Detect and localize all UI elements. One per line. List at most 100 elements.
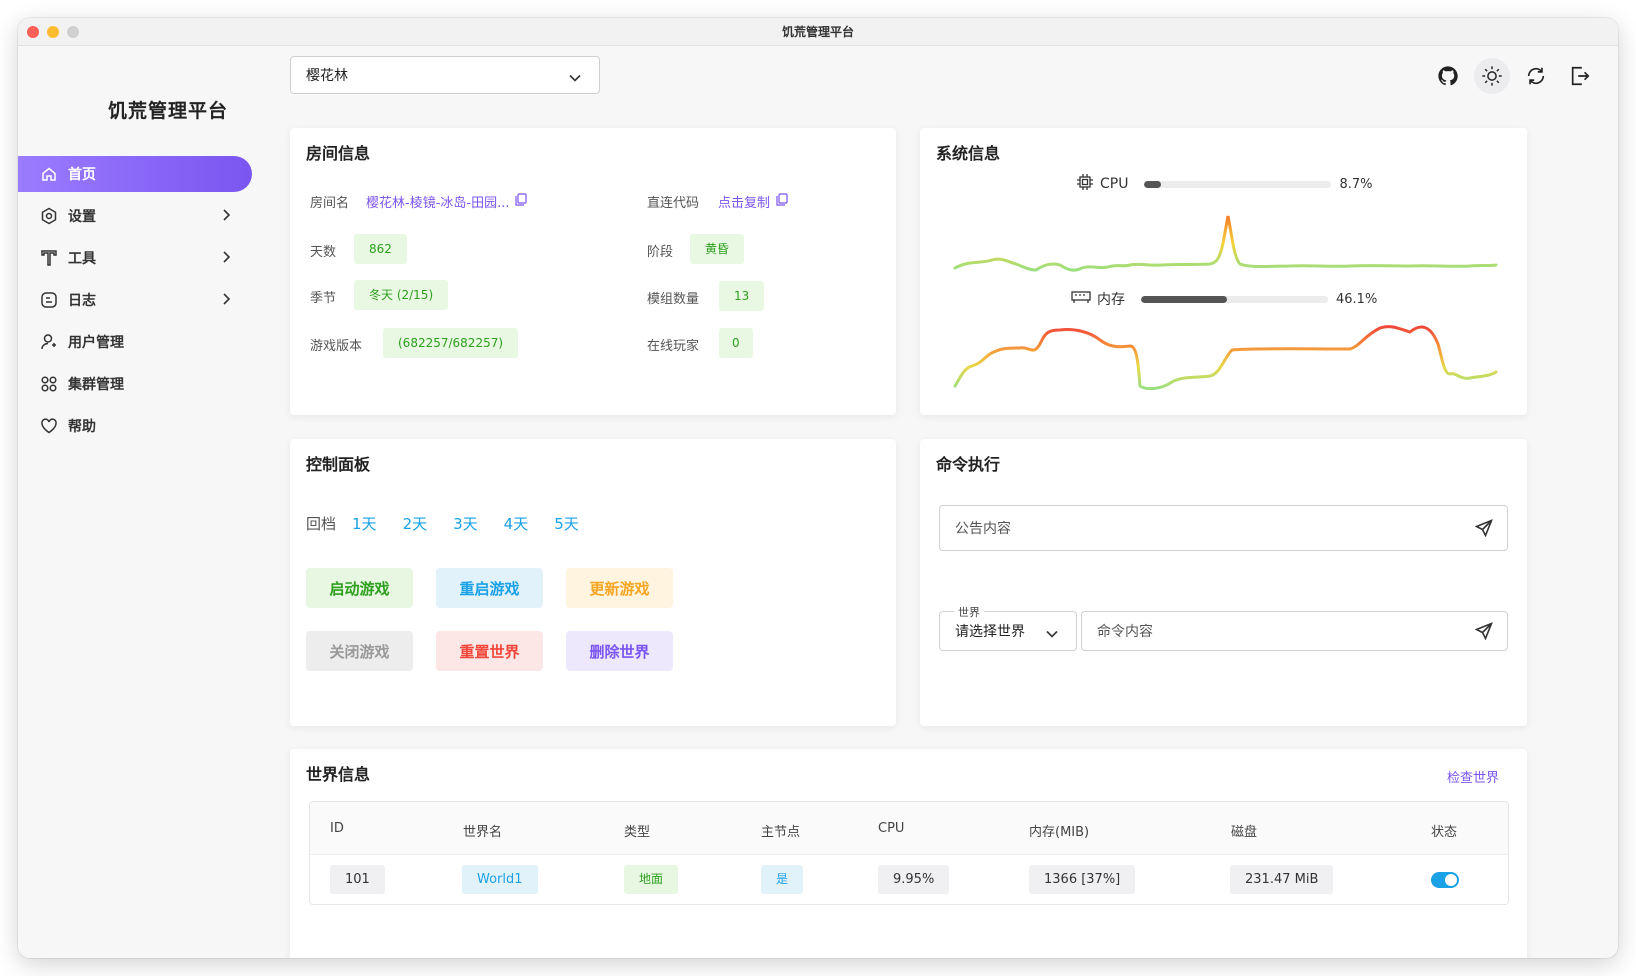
window-controls [27, 26, 79, 38]
cpu-history-chart [953, 215, 1498, 272]
cpu-usage-row: CPU 8.7% [1076, 173, 1373, 195]
settings-icon [40, 207, 58, 225]
world-select-label: 世界 [954, 604, 984, 620]
room-info-card: 房间信息 房间名 樱花林-棱镜-冰岛-田园... 直连代码 点击复制 天数 86… [290, 128, 896, 415]
delete-world-button[interactable]: 删除世界 [566, 631, 673, 671]
season-tag: 冬天 (2/15) [354, 280, 449, 310]
room-name-label: 房间名 [310, 196, 350, 211]
version-tag: (682257/682257) [383, 328, 519, 358]
mods-tag: 13 [719, 281, 765, 311]
phase-label: 阶段 [647, 245, 674, 260]
sidebar: 饥荒管理平台 首页 设置 工具 日志 用户管理 集群管理 帮助 [18, 46, 268, 958]
heart-icon [40, 417, 58, 435]
refresh-icon[interactable] [1518, 58, 1554, 94]
rollback-3day[interactable]: 3天 [453, 513, 478, 534]
world-table: ID 世界名 类型 主节点 CPU 内存(MIB) 磁盘 状态 101 Worl… [309, 801, 1509, 905]
sidebar-item-users[interactable]: 用户管理 [18, 324, 252, 360]
cpu-percent: 8.7% [1339, 176, 1373, 192]
command-card: 命令执行 公告内容 世界 请选择世界 命令内容 [920, 439, 1527, 726]
sidebar-item-tools[interactable]: 工具 [18, 240, 252, 276]
chevron-right-icon [222, 209, 231, 225]
top-toolbar [1430, 58, 1598, 94]
days-label: 天数 [310, 245, 337, 260]
memory-history-line [953, 325, 1498, 391]
server-select[interactable]: 樱花林 [290, 56, 600, 94]
col-disk: 磁盘 [1231, 825, 1258, 840]
home-icon [40, 165, 58, 183]
server-select-value: 樱花林 [306, 68, 348, 84]
days-tag: 862 [354, 234, 407, 264]
world-status-toggle[interactable] [1431, 872, 1459, 888]
system-info-title: 系统信息 [936, 144, 1001, 163]
col-cpu: CPU [878, 821, 905, 836]
memory-label: 内存 [1097, 292, 1125, 308]
direct-code-text: 点击复制 [718, 196, 771, 211]
copy-icon[interactable] [515, 193, 528, 210]
rollback-1day[interactable]: 1天 [352, 513, 377, 534]
github-icon[interactable] [1430, 58, 1466, 94]
send-announcement-icon[interactable] [1474, 519, 1493, 541]
cpu-chip-icon [1076, 173, 1094, 195]
mods-label: 模组数量 [647, 292, 700, 307]
season-label: 季节 [310, 291, 337, 306]
reset-world-button[interactable]: 重置世界 [436, 631, 543, 671]
update-game-button[interactable]: 更新游戏 [566, 568, 673, 608]
user-icon [40, 333, 58, 351]
sidebar-item-logs[interactable]: 日志 [18, 282, 252, 318]
col-type: 类型 [624, 825, 651, 840]
close-window-button[interactable] [27, 26, 39, 38]
sidebar-item-label: 首页 [68, 167, 96, 183]
table-header: ID 世界名 类型 主节点 CPU 内存(MIB) 磁盘 状态 [310, 802, 1508, 854]
announcement-input[interactable]: 公告内容 [939, 505, 1508, 551]
players-tag: 0 [719, 328, 753, 358]
memory-usage-row: 内存 46.1% [1071, 289, 1377, 309]
chevron-down-icon [569, 70, 581, 86]
sidebar-item-label: 集群管理 [68, 377, 124, 393]
control-panel-title: 控制面板 [306, 455, 371, 474]
log-icon [40, 291, 58, 309]
window-title: 饥荒管理平台 [781, 25, 854, 39]
rollback-5day[interactable]: 5天 [554, 513, 579, 534]
world-info-title: 世界信息 [306, 765, 371, 784]
minimize-window-button[interactable] [47, 26, 59, 38]
send-command-icon[interactable] [1474, 622, 1493, 644]
titlebar: 饥荒管理平台 [18, 18, 1618, 46]
cpu-progress-bar [1144, 180, 1332, 188]
sidebar-item-label: 设置 [68, 209, 96, 225]
sidebar-item-home[interactable]: 首页 [18, 156, 252, 192]
rollback-2day[interactable]: 2天 [403, 513, 428, 534]
world-select-value: 请选择世界 [955, 624, 1025, 640]
col-master: 主节点 [761, 825, 801, 840]
world-id: 101 [330, 865, 385, 894]
sidebar-item-settings[interactable]: 设置 [18, 198, 252, 234]
cpu-label: CPU [1100, 176, 1129, 192]
maximize-window-button[interactable] [67, 26, 79, 38]
world-info-card: 世界信息 检查世界 ID 世界名 类型 主节点 CPU 内存(MIB) 磁盘 状… [290, 749, 1527, 958]
command-input[interactable]: 命令内容 [1081, 611, 1508, 651]
rollback-4day[interactable]: 4天 [504, 513, 529, 534]
direct-code-copy[interactable]: 点击复制 [718, 192, 788, 211]
world-type: 地面 [624, 865, 679, 894]
restart-game-button[interactable]: 重启游戏 [436, 568, 543, 608]
sidebar-item-help[interactable]: 帮助 [18, 408, 252, 444]
control-panel-card: 控制面板 回档 1天 2天 3天 4天 5天 启动游戏 重启游戏 更新游戏 关闭… [290, 439, 896, 726]
copy-icon[interactable] [776, 193, 788, 210]
world-select[interactable]: 世界 请选择世界 [939, 604, 1077, 651]
system-info-card: 系统信息 CPU 8.7% 内存 46.1% [920, 128, 1527, 415]
start-game-button[interactable]: 启动游戏 [306, 568, 413, 608]
col-memory: 内存(MIB) [1029, 825, 1090, 840]
room-info-title: 房间信息 [306, 144, 371, 163]
rollback-row: 回档 1天 2天 3天 4天 5天 [306, 513, 579, 534]
direct-code-label: 直连代码 [647, 196, 700, 211]
sun-icon[interactable] [1474, 58, 1510, 94]
check-world-link[interactable]: 检查世界 [1447, 767, 1499, 786]
room-name-value[interactable]: 樱花林-棱镜-冰岛-田园... [366, 192, 528, 211]
app-window: 饥荒管理平台 饥荒管理平台 首页 设置 工具 日志 用户管理 集群管理 帮助 樱… [18, 18, 1618, 958]
world-memory: 1366 [37%] [1029, 865, 1136, 894]
stop-game-button[interactable]: 关闭游戏 [306, 631, 413, 671]
sidebar-item-label: 用户管理 [68, 335, 124, 351]
logout-icon[interactable] [1562, 58, 1598, 94]
sidebar-item-label: 工具 [68, 251, 96, 267]
col-id: ID [330, 821, 344, 836]
sidebar-item-clusters[interactable]: 集群管理 [18, 366, 252, 402]
